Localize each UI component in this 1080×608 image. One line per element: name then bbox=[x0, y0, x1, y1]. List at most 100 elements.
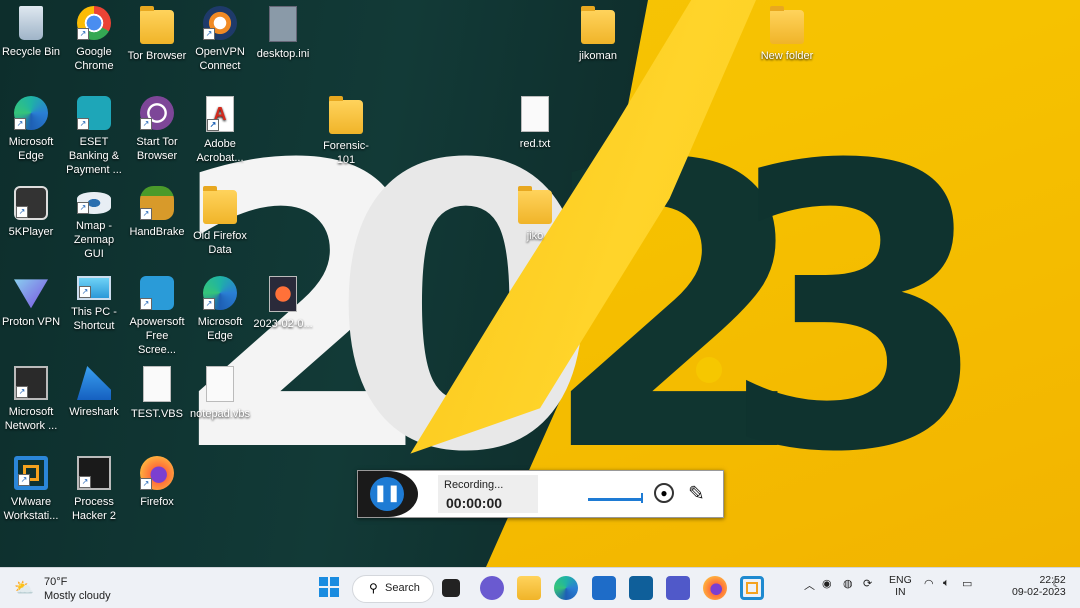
folder-icon bbox=[203, 186, 237, 224]
wifi-icon[interactable]: ◠ bbox=[924, 577, 934, 590]
tor-icon: ↗ bbox=[140, 96, 174, 130]
screen-recorder-toolbar: ❚❚ Recording... 00:00:00 ● ✎ bbox=[357, 470, 724, 518]
edge-icon: ↗ bbox=[203, 276, 237, 310]
partly-cloudy-icon: ⛅ bbox=[14, 580, 34, 597]
settings-file-icon bbox=[269, 6, 297, 42]
desktop-icon-process-hacker[interactable]: ↗ Process Hacker 2 bbox=[63, 452, 125, 523]
desktop: 2 0 2 3 Recycle Bin ↗ Microsoft Edge ↗ 5… bbox=[0, 0, 1080, 567]
desktop-icon-eset-banking[interactable]: ↗ ESET Banking & Payment ... bbox=[63, 92, 125, 177]
desktop-icon-vmware[interactable]: ↗ VMware Workstati... bbox=[0, 452, 62, 523]
desktop-icon-this-pc[interactable]: ↗ This PC - Shortcut bbox=[63, 272, 125, 333]
proton-vpn-icon bbox=[14, 279, 48, 309]
desktop-icon-microsoft-edge[interactable]: ↗ Microsoft Edge bbox=[0, 92, 62, 163]
security-tray-icon[interactable]: ◍ bbox=[843, 577, 853, 590]
5kplayer-icon: ↗ bbox=[14, 186, 48, 220]
desktop-icon-notepad-vbs[interactable]: notepad.vbs bbox=[189, 362, 251, 421]
monitor-icon: ↗ bbox=[77, 276, 111, 300]
edge-icon: ↗ bbox=[14, 96, 48, 130]
chrome-icon: ↗ bbox=[77, 6, 111, 40]
desktop-icon-google-chrome[interactable]: ↗ Google Chrome bbox=[63, 2, 125, 73]
desktop-icon-forensic-101[interactable]: Forensic-101 bbox=[315, 92, 377, 167]
teams-icon[interactable] bbox=[666, 576, 690, 600]
camera-record-icon: ↗ bbox=[140, 276, 174, 310]
desktop-icon-microsoft-network[interactable]: ↗ Microsoft Network ... bbox=[0, 362, 62, 433]
openvpn-icon: ↗ bbox=[203, 6, 237, 40]
desktop-icon-desktop-ini[interactable]: desktop.ini bbox=[252, 2, 314, 61]
vmware-taskbar-icon[interactable] bbox=[740, 576, 764, 600]
sync-tray-icon[interactable]: ⟳ bbox=[863, 577, 872, 590]
folder-icon bbox=[770, 6, 804, 44]
recycle-bin-icon bbox=[19, 6, 43, 40]
desktop-icon-firefox-file[interactable]: 2023-02-0... bbox=[252, 272, 314, 331]
desktop-icon-test-vbs[interactable]: TEST.VBS bbox=[126, 362, 188, 421]
desktop-icon-start-tor-browser[interactable]: ↗ Start Tor Browser bbox=[126, 92, 188, 163]
weather-widget[interactable]: ⛅ 70°F Mostly cloudy bbox=[14, 576, 134, 606]
desktop-icon-new-folder[interactable]: New folder bbox=[756, 2, 818, 63]
weather-temperature: 70°F bbox=[44, 576, 68, 588]
recorder-tray-icon[interactable]: ◉ bbox=[822, 577, 832, 590]
file-explorer-icon[interactable] bbox=[517, 576, 541, 600]
wireshark-fin-icon bbox=[77, 366, 111, 400]
webcam-icon[interactable]: ● bbox=[654, 483, 674, 503]
wallpaper-dot bbox=[696, 357, 722, 383]
battery-icon[interactable]: ▭ bbox=[962, 577, 972, 590]
folder-icon bbox=[581, 6, 615, 44]
chevron-up-icon[interactable]: ︿ bbox=[804, 577, 815, 593]
eye-icon: ↗ bbox=[77, 192, 111, 214]
windows-logo-icon bbox=[319, 577, 339, 597]
handbrake-pineapple-icon: ↗ bbox=[140, 186, 174, 220]
pause-icon[interactable]: ❚❚ bbox=[370, 477, 404, 511]
desktop-icon-recycle-bin[interactable]: Recycle Bin bbox=[0, 2, 62, 59]
desktop-icon-red-txt[interactable]: red.txt bbox=[504, 92, 566, 151]
focus-moon-icon[interactable]: ☾ bbox=[1052, 577, 1062, 590]
desktop-icon-firefox[interactable]: ↗ Firefox bbox=[126, 452, 188, 509]
weather-condition: Mostly cloudy bbox=[44, 590, 111, 602]
search-icon: ⚲ bbox=[369, 581, 378, 595]
desktop-icon-microsoft-edge-2[interactable]: ↗ Microsoft Edge bbox=[189, 272, 251, 343]
microsoft-store-icon[interactable] bbox=[592, 576, 616, 600]
language-code: ENG bbox=[889, 574, 912, 586]
network-monitor-icon: ↗ bbox=[14, 366, 48, 400]
start-button[interactable] bbox=[318, 576, 342, 600]
folder-icon bbox=[140, 6, 174, 44]
desktop-icon-proton-vpn[interactable]: Proton VPN bbox=[0, 272, 62, 329]
desktop-icon-old-firefox-data[interactable]: Old Firefox Data bbox=[189, 182, 251, 257]
desktop-icon-openvpn[interactable]: ↗ OpenVPN Connect bbox=[189, 2, 251, 73]
volume-slider[interactable] bbox=[588, 498, 642, 501]
vmware-icon: ↗ bbox=[14, 456, 48, 490]
recording-status-text: Recording... bbox=[444, 479, 504, 491]
desktop-icon-tor-browser[interactable]: Tor Browser bbox=[126, 2, 188, 63]
script-file-icon bbox=[206, 366, 234, 402]
wallpaper-digit: 3 bbox=[720, 83, 992, 537]
firefox-file-icon bbox=[269, 276, 297, 312]
pen-icon[interactable]: ✎ bbox=[688, 481, 705, 506]
script-file-icon bbox=[143, 366, 171, 402]
teams-chat-icon[interactable] bbox=[480, 576, 504, 600]
firefox-taskbar-icon[interactable] bbox=[703, 576, 727, 600]
task-view-icon[interactable] bbox=[442, 579, 460, 597]
desktop-icon-wireshark[interactable]: Wireshark bbox=[63, 362, 125, 419]
desktop-icon-apowersoft[interactable]: ↗ Apowersoft Free Scree... bbox=[126, 272, 188, 357]
taskbar-search[interactable]: ⚲ Search bbox=[352, 575, 434, 603]
pdf-icon: A ↗ bbox=[206, 96, 234, 132]
taskbar: ⛅ 70°F Mostly cloudy ⚲ Search ︿ ◉ ◍ ⟳ EN… bbox=[0, 567, 1080, 608]
volume-icon[interactable]: 🔈︎ bbox=[943, 577, 950, 590]
volume-slider-handle[interactable] bbox=[641, 493, 643, 503]
eset-icon: ↗ bbox=[77, 96, 111, 130]
folder-icon bbox=[518, 186, 552, 224]
desktop-icon-5kplayer[interactable]: ↗ 5KPlayer bbox=[0, 182, 62, 239]
language-indicator[interactable]: ENG IN bbox=[889, 574, 912, 598]
search-label: Search bbox=[385, 582, 420, 594]
recorder-control-area: ❚❚ bbox=[358, 471, 418, 517]
edge-taskbar-icon[interactable] bbox=[554, 576, 578, 600]
desktop-icon-jiko[interactable]: jiko bbox=[504, 182, 566, 243]
process-hacker-icon: ↗ bbox=[77, 456, 111, 490]
desktop-icon-handbrake[interactable]: ↗ HandBrake bbox=[126, 182, 188, 239]
desktop-icon-nmap[interactable]: ↗ Nmap - Zenmap GUI bbox=[63, 182, 125, 261]
folder-icon bbox=[329, 96, 363, 134]
app-icon[interactable] bbox=[629, 576, 653, 600]
desktop-icon-adobe-acrobat[interactable]: A ↗ Adobe Acrobat... bbox=[189, 92, 251, 165]
text-file-icon bbox=[521, 96, 549, 132]
desktop-icon-jikoman[interactable]: jikoman bbox=[567, 2, 629, 63]
region-code: IN bbox=[895, 586, 906, 598]
